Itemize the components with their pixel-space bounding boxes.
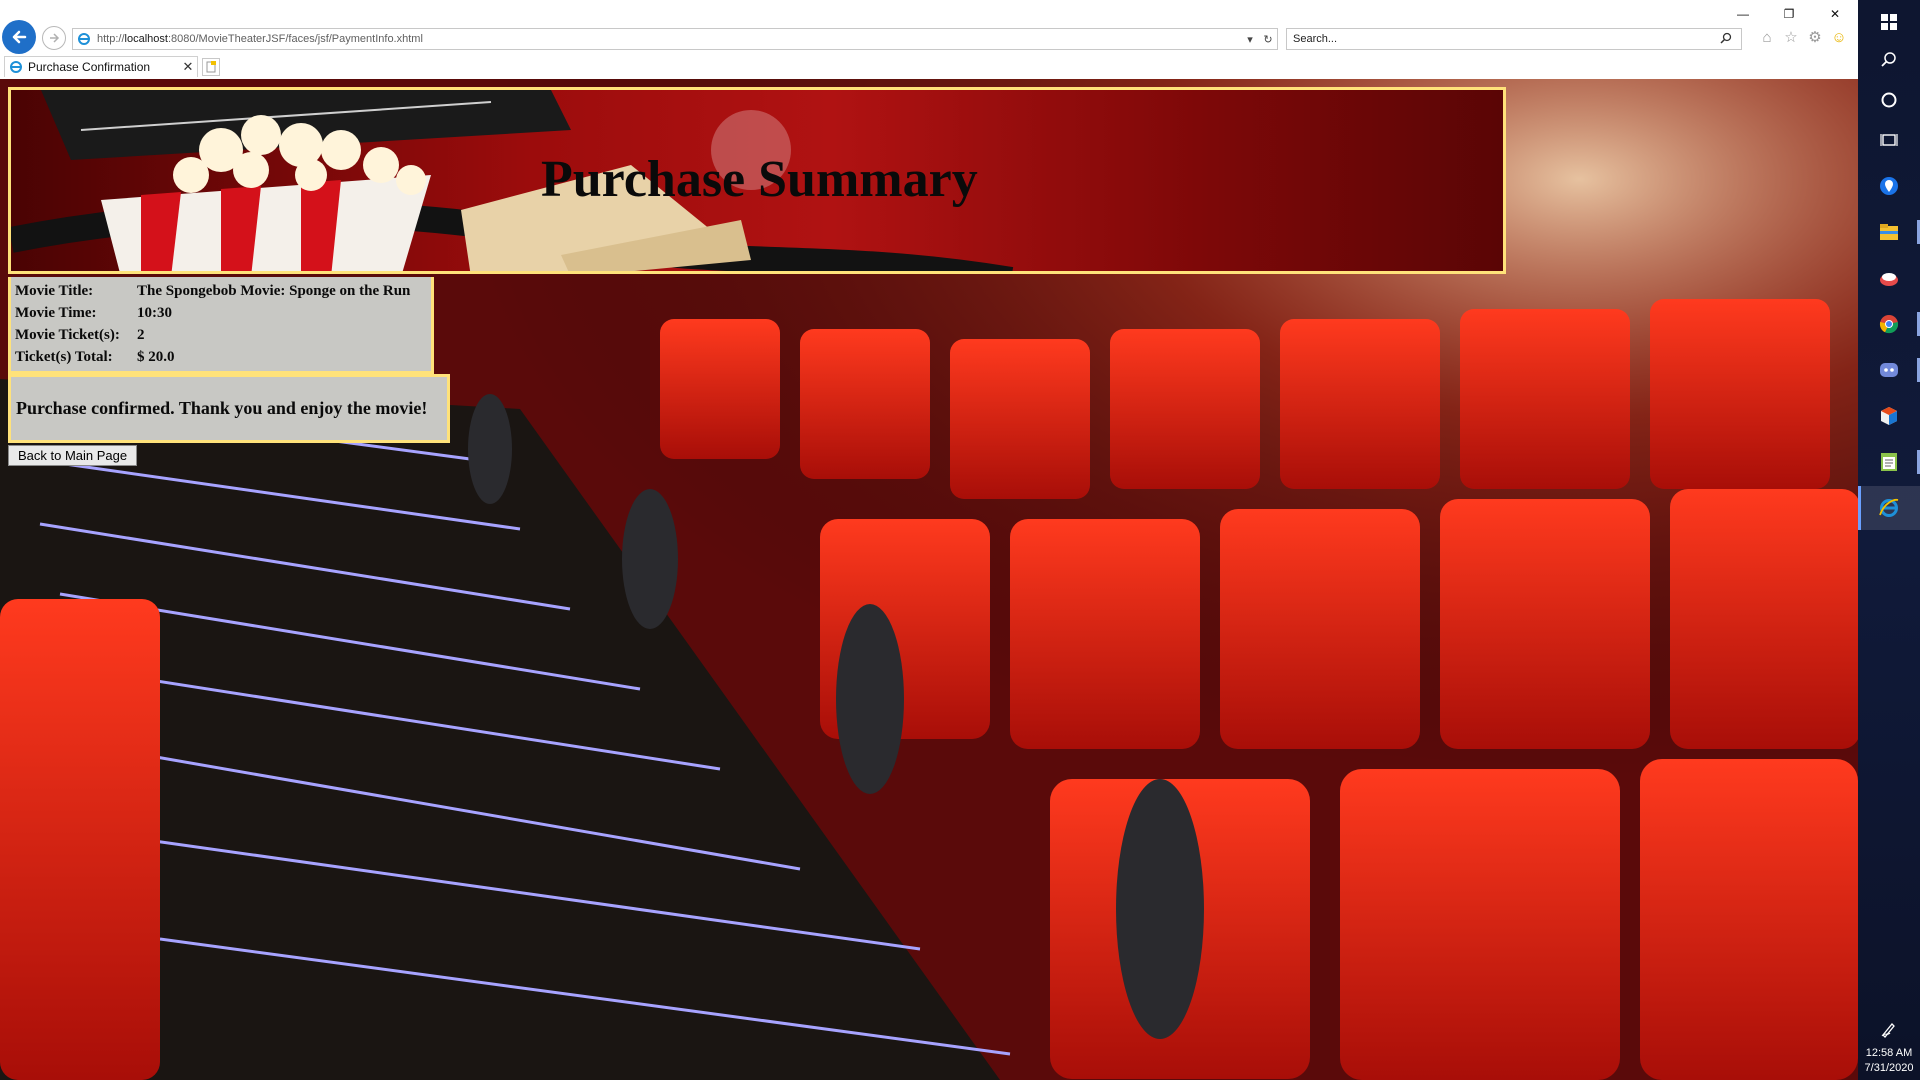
chrome-icon[interactable] xyxy=(1858,302,1920,346)
new-tab-button[interactable] xyxy=(202,58,220,76)
refresh-icon[interactable]: ↻ xyxy=(1259,33,1277,46)
task-view-icon[interactable] xyxy=(1858,118,1920,162)
tab-purchase-confirmation[interactable]: Purchase Confirmation ✕ xyxy=(4,56,198,77)
close-tab-icon[interactable]: ✕ xyxy=(179,59,197,75)
internet-explorer-icon xyxy=(78,33,90,45)
address-host: localhost xyxy=(124,33,168,45)
favorites-star-icon[interactable]: ☆ xyxy=(1782,28,1800,46)
feedback-smiley-icon[interactable]: ☺ xyxy=(1830,28,1848,46)
page-viewport: Purchase Summary Movie Title: The Sponge… xyxy=(0,79,1858,1080)
movie-tickets-label: Movie Ticket(s): xyxy=(15,326,120,343)
movie-tickets-value: 2 xyxy=(137,326,145,343)
notepad-icon[interactable] xyxy=(1858,440,1920,484)
minimize-button[interactable]: — xyxy=(1720,0,1766,28)
browser-chrome: http://localhost:8080/MovieTheaterJSF/fa… xyxy=(0,0,1858,79)
search-input[interactable]: Search... xyxy=(1293,33,1711,45)
home-icon[interactable]: ⌂ xyxy=(1758,28,1776,46)
summary-row-total: Ticket(s) Total: $ 20.0 xyxy=(15,346,412,368)
close-window-button[interactable]: ✕ xyxy=(1812,0,1858,28)
search-icon[interactable] xyxy=(1711,32,1741,47)
confirmation-panel: Purchase confirmed. Thank you and enjoy … xyxy=(8,374,450,443)
back-to-main-page-button[interactable]: Back to Main Page xyxy=(8,445,138,466)
windows-taskbar: 12:58 AM 7/31/2020 xyxy=(1858,0,1920,1080)
app-icon[interactable] xyxy=(1858,256,1920,300)
movie-title-label: Movie Title: xyxy=(15,282,94,299)
clock-time: 12:58 AM xyxy=(1865,1047,1913,1059)
address-dropdown-icon[interactable]: ▾ xyxy=(1241,33,1259,46)
search-icon[interactable] xyxy=(1858,38,1920,82)
address-url[interactable]: http://localhost:8080/MovieTheaterJSF/fa… xyxy=(97,33,1241,45)
tickets-total-label: Ticket(s) Total: xyxy=(15,348,113,365)
restore-button[interactable]: ❐ xyxy=(1766,0,1812,28)
movie-title-value: The Spongebob Movie: Sponge on the Run xyxy=(137,282,411,299)
confirmation-message: Purchase confirmed. Thank you and enjoy … xyxy=(16,398,428,418)
discord-icon[interactable] xyxy=(1858,348,1920,392)
back-button[interactable] xyxy=(2,20,36,54)
clock-date: 7/31/2020 xyxy=(1864,1062,1914,1074)
toolbar-icons: ⌂ ☆ ⚙ ☺ xyxy=(1758,28,1848,47)
file-explorer-icon[interactable] xyxy=(1858,210,1920,254)
page-title: Purchase Summary xyxy=(541,151,978,208)
arrow-left-icon xyxy=(12,30,27,44)
purchase-summary-panel: Movie Title: The Spongebob Movie: Sponge… xyxy=(8,277,434,374)
summary-row-title: Movie Title: The Spongebob Movie: Sponge… xyxy=(15,280,412,302)
new-tab-icon xyxy=(206,61,216,73)
window-controls: — ❐ ✕ xyxy=(1720,0,1858,28)
maps-icon[interactable] xyxy=(1858,164,1920,208)
pen-workspace-icon[interactable] xyxy=(1858,1020,1920,1043)
summary-row-time: Movie Time: 10:30 xyxy=(15,302,412,324)
settings-gear-icon[interactable]: ⚙ xyxy=(1806,28,1824,46)
movie-time-label: Movie Time: xyxy=(15,304,97,321)
tab-strip: Purchase Confirmation ✕ xyxy=(0,56,1858,78)
internet-explorer-icon[interactable] xyxy=(1858,486,1920,530)
app-cube-icon[interactable] xyxy=(1858,394,1920,438)
taskbar-clock[interactable]: 12:58 AM 7/31/2020 xyxy=(1858,1046,1920,1076)
arrow-right-icon xyxy=(50,33,60,43)
movie-time-value: 10:30 xyxy=(137,304,172,321)
header-banner: Purchase Summary xyxy=(8,87,1506,274)
summary-row-tickets: Movie Ticket(s): 2 xyxy=(15,324,412,346)
purchase-summary-table: Movie Title: The Spongebob Movie: Sponge… xyxy=(15,280,412,368)
tab-title: Purchase Confirmation xyxy=(28,60,151,74)
cortana-icon[interactable] xyxy=(1858,78,1920,122)
internet-explorer-icon xyxy=(10,61,22,73)
tickets-total-value: $ 20.0 xyxy=(137,348,175,365)
forward-button[interactable] xyxy=(42,26,66,50)
search-box[interactable]: Search... xyxy=(1286,28,1742,50)
address-bar[interactable]: http://localhost:8080/MovieTheaterJSF/fa… xyxy=(72,28,1278,50)
